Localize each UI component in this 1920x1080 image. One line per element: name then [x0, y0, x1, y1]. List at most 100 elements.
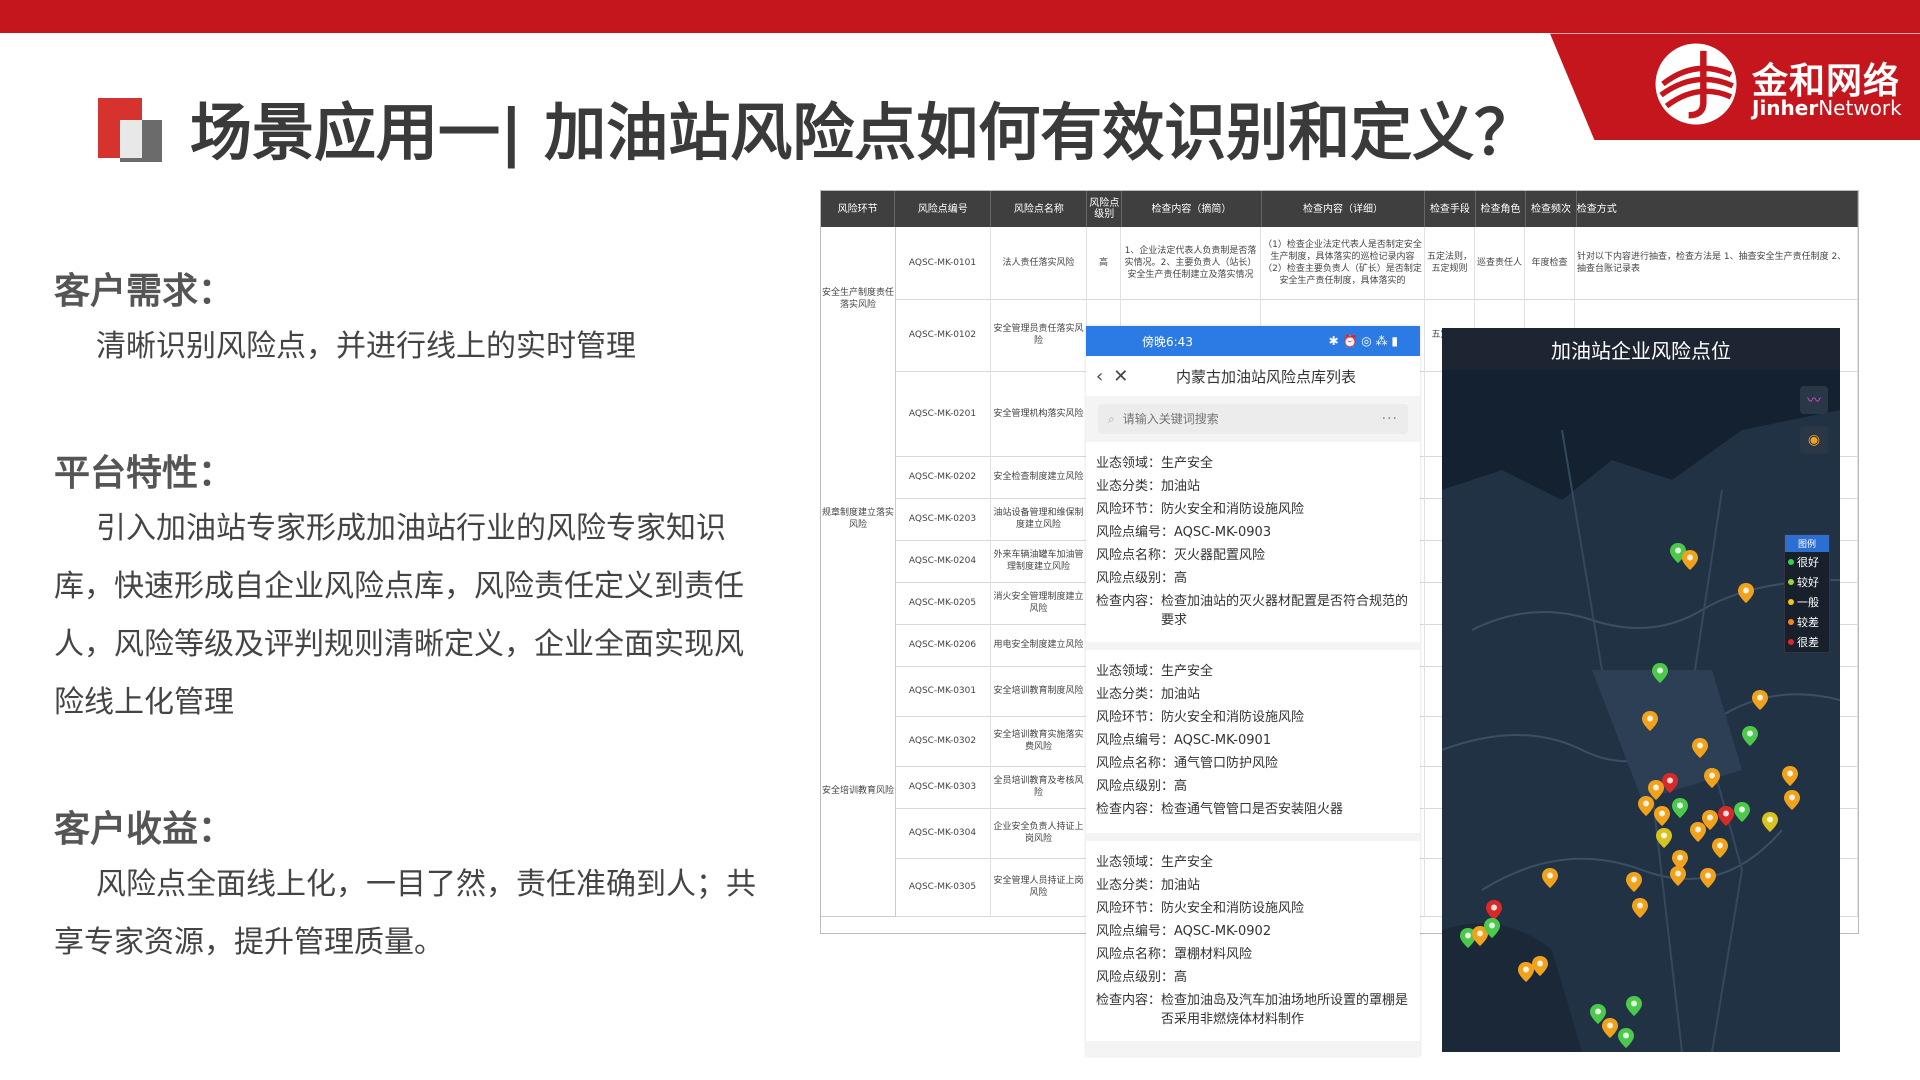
card-field: 风险点编号： AQSC-MK-0903: [1096, 521, 1410, 544]
table-cell: 全员培训教育及考核风险: [991, 766, 1087, 808]
map-pin-icon[interactable]: [1602, 1018, 1618, 1038]
field-value: 高: [1174, 970, 1188, 985]
legend-item[interactable]: 一般: [1785, 592, 1829, 612]
sheet-header-cell: 检查角色: [1476, 191, 1527, 227]
field-value: 检查加油站的灭火器材配置是否符合规范的要求: [1161, 594, 1409, 628]
field-label: 业态分类：: [1096, 479, 1162, 494]
map-pin-icon[interactable]: [1532, 956, 1548, 976]
field-value: 检查加油岛及汽车加油场地所设置的罩棚是否采用非燃烧体材料制作: [1161, 993, 1409, 1027]
card-field: 业态领域： 生产安全: [1096, 660, 1410, 683]
card-field: 风险点名称： 通气管口防护风险: [1096, 752, 1410, 775]
table-cell: 巡查责任人: [1475, 227, 1525, 299]
risk-point-map: 加油站企业风险点位 〰 ◉ 图例 很好 较好 一般 较差 很差: [1442, 328, 1840, 1052]
map-pin-icon[interactable]: [1486, 900, 1502, 920]
more-icon[interactable]: ···: [1382, 411, 1398, 427]
card-field: 风险点名称： 灭火器配置风险: [1096, 544, 1410, 567]
search-input[interactable]: [1120, 411, 1382, 427]
risk-card[interactable]: 业态领域： 生产安全 业态分类： 加油站 风险环节： 防火安全和消防设施风险 风险点编号： A…: [1086, 442, 1420, 642]
map-pin-icon[interactable]: [1626, 996, 1642, 1016]
map-pin-icon[interactable]: [1682, 550, 1698, 570]
card-field: 风险点级别：高: [1096, 775, 1410, 798]
map-pin-icon[interactable]: [1782, 766, 1798, 786]
field-value: 防火安全和消防设施风险: [1161, 502, 1305, 517]
map-pin-icon[interactable]: [1712, 838, 1728, 858]
map-legend: 图例 很好 较好 一般 较差 很差: [1784, 534, 1830, 653]
field-value: 高: [1174, 779, 1188, 794]
table-cell: AQSC-MK-0301: [895, 666, 991, 716]
field-value: 灭火器配置风险: [1174, 548, 1266, 563]
map-pin-icon[interactable]: [1642, 711, 1658, 731]
map-pin-icon[interactable]: [1692, 738, 1708, 758]
table-cell: AQSC-MK-0202: [895, 456, 991, 498]
group-cell: 安全培训教育风险: [821, 666, 896, 917]
map-pin-icon[interactable]: [1690, 822, 1706, 842]
field-value: 通气管口防护风险: [1174, 756, 1279, 771]
trend-icon[interactable]: 〰: [1800, 386, 1828, 414]
map-pin-icon[interactable]: [1626, 872, 1642, 892]
field-value: 生产安全: [1161, 664, 1214, 679]
risk-card-list: 业态领域： 生产安全 业态分类： 加油站 风险环节： 防火安全和消防设施风险 风险点编号： A…: [1086, 442, 1420, 1041]
table-cell: 消火安全管理制度建立风险: [991, 582, 1087, 624]
risk-card[interactable]: 业态领域： 生产安全 业态分类： 加油站 风险环节： 防火安全和消防设施风险 风险点编号： A…: [1086, 841, 1420, 1041]
map-pin-icon[interactable]: [1718, 806, 1734, 826]
map-pin-icon[interactable]: [1738, 583, 1754, 603]
map-pin-icon[interactable]: [1632, 898, 1648, 918]
layer-icon[interactable]: ◉: [1800, 426, 1828, 454]
table-cell: 油站设备管理和维保制度建立风险: [991, 498, 1087, 540]
map-pin-icon[interactable]: [1672, 798, 1688, 818]
field-label: 检查内容：: [1096, 802, 1162, 817]
table-cell: AQSC-MK-0101: [895, 227, 991, 299]
table-cell: AQSC-MK-0205: [895, 582, 991, 624]
table-cell: AQSC-MK-0302: [895, 716, 991, 766]
map-pin-icon[interactable]: [1784, 790, 1800, 810]
field-value: 罩棚材料风险: [1174, 947, 1253, 962]
top-red-bar: [0, 0, 1920, 33]
field-value: 防火安全和消防设施风险: [1161, 901, 1305, 916]
phone-header: ‹ ✕ 内蒙古加油站风险点库列表: [1086, 356, 1420, 396]
legend-dot-icon: [1788, 579, 1794, 585]
section-heading-needs: 客户需求：: [54, 271, 235, 312]
map-pin-icon[interactable]: [1752, 690, 1768, 710]
map-pin-icon[interactable]: [1656, 828, 1672, 848]
section-body-needs: 清晰识别风险点，并进行线上的实时管理: [96, 329, 636, 364]
legend-item[interactable]: 很差: [1785, 632, 1829, 652]
card-field: 风险环节： 防火安全和消防设施风险: [1096, 706, 1410, 729]
map-pin-icon[interactable]: [1670, 866, 1686, 886]
mobile-risk-list: 傍晚6:43 ✱ ⏰ ◎ ⁂ ▮ ‹ ✕ 内蒙古加油站风险点库列表 ⌕ ··· …: [1086, 326, 1420, 1056]
card-field: 检查内容： 检查加油岛及汽车加油场地所设置的罩棚是否采用非燃烧体材料制作: [1096, 989, 1410, 1029]
group-cell: 规章制度建立落实风险: [821, 371, 896, 667]
map-pin-icon[interactable]: [1662, 773, 1678, 793]
sheet-header-cell: 检查频次: [1526, 191, 1577, 227]
map-pin-icon[interactable]: [1652, 663, 1668, 683]
map-canvas[interactable]: [1442, 370, 1840, 1052]
close-icon[interactable]: ✕: [1113, 366, 1128, 387]
map-pin-icon[interactable]: [1638, 796, 1654, 816]
legend-item[interactable]: 较好: [1785, 572, 1829, 592]
map-pin-icon[interactable]: [1542, 868, 1558, 888]
risk-card[interactable]: 业态领域： 生产安全 业态分类： 加油站 风险环节： 防火安全和消防设施风险 风险点编号： A…: [1086, 650, 1420, 833]
map-pin-icon[interactable]: [1762, 812, 1778, 832]
map-pin-icon[interactable]: [1700, 868, 1716, 888]
legend-item[interactable]: 很好: [1785, 552, 1829, 572]
card-field: 业态领域： 生产安全: [1096, 851, 1410, 874]
card-field: 风险点名称： 罩棚材料风险: [1096, 943, 1410, 966]
sheet-header-row: 风险环节 风险点编号 风险点名称 风险点级别 检查内容（摘简） 检查内容（详细）…: [821, 191, 1858, 227]
map-pin-icon[interactable]: [1484, 918, 1500, 938]
map-pin-icon[interactable]: [1704, 768, 1720, 788]
status-icons: ✱ ⏰ ◎ ⁂ ▮: [1328, 334, 1398, 348]
table-row: AQSC-MK-0101 法人责任落实风险高 1、企业法定代表人负责制是否落实情况。…: [821, 227, 1858, 300]
back-icon[interactable]: ‹: [1096, 366, 1103, 387]
card-field: 风险点级别：高: [1096, 966, 1410, 989]
table-cell: AQSC-MK-0204: [895, 540, 991, 582]
table-cell: 针对以下内容进行抽查，检查方法是 1、抽查安全生产责任制度 2、抽查台账记录表: [1575, 227, 1858, 299]
map-pin-icon[interactable]: [1618, 1028, 1634, 1048]
map-pin-icon[interactable]: [1654, 806, 1670, 826]
table-cell: AQSC-MK-0206: [895, 624, 991, 666]
field-label: 业态领域：: [1096, 664, 1162, 679]
field-label: 风险点名称：: [1096, 756, 1175, 771]
jinher-logo-icon: [1655, 43, 1737, 125]
legend-label: 较好: [1797, 576, 1819, 589]
map-pin-icon[interactable]: [1734, 802, 1750, 822]
map-pin-icon[interactable]: [1742, 726, 1758, 746]
legend-item[interactable]: 较差: [1785, 612, 1829, 632]
